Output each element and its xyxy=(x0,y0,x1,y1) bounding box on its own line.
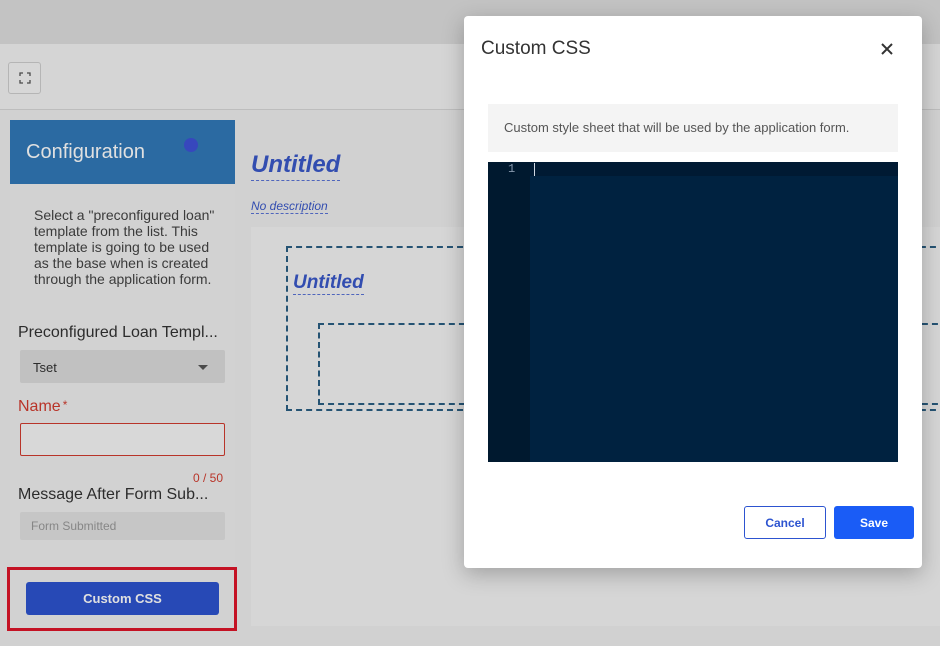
active-line xyxy=(488,162,898,176)
custom-css-dialog: Custom CSS Custom style sheet that will … xyxy=(464,16,922,568)
close-button[interactable] xyxy=(877,39,897,59)
cancel-button[interactable]: Cancel xyxy=(744,506,826,539)
dialog-title: Custom CSS xyxy=(481,38,591,59)
save-button[interactable]: Save xyxy=(834,506,914,539)
text-cursor xyxy=(534,163,535,176)
line-number-gutter: 1 xyxy=(488,162,530,462)
css-code-editor[interactable]: 1 xyxy=(488,162,898,462)
dialog-description: Custom style sheet that will be used by … xyxy=(504,120,850,135)
line-number: 1 xyxy=(508,162,516,176)
close-icon xyxy=(881,43,893,55)
dialog-description-box: Custom style sheet that will be used by … xyxy=(488,104,898,152)
